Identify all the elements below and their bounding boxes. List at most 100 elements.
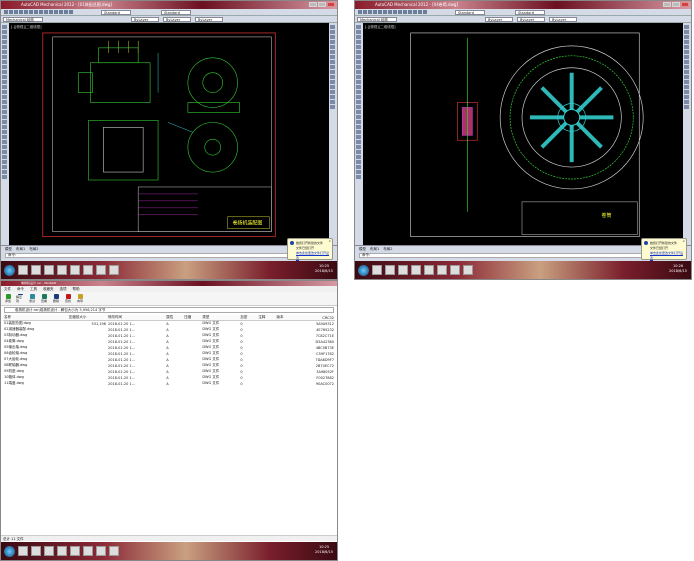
layer-select[interactable]: ByLayer <box>485 17 513 22</box>
standard-toolbar: Standard Standard <box>1 9 337 16</box>
cell-empty <box>257 381 275 387</box>
tab-layout2[interactable]: 布局2 <box>29 247 38 252</box>
lineweight-select[interactable]: ByLayer <box>549 17 577 22</box>
toolbar-label: 删除 <box>52 299 59 303</box>
taskbar-app[interactable] <box>83 546 93 556</box>
tab-layout2[interactable]: 布局2 <box>383 247 392 252</box>
tab-layout1[interactable]: 布局1 <box>370 247 379 252</box>
toolbar-label: 解压到 <box>16 295 23 303</box>
toolbar-button[interactable]: 查看 <box>40 294 48 303</box>
minimize-button[interactable] <box>663 2 671 7</box>
start-button[interactable] <box>4 545 15 557</box>
toolbar-button[interactable]: 添加 <box>4 294 12 303</box>
title-block-text: 卷筒 <box>601 212 611 219</box>
maximize-button[interactable] <box>318 2 326 7</box>
taskbar-app[interactable] <box>83 265 93 275</box>
info-icon <box>290 241 294 245</box>
linetype-select[interactable]: ByLayer <box>517 17 545 22</box>
dim-style-select[interactable]: Standard <box>515 10 545 15</box>
toolbar-button[interactable]: 查找 <box>64 294 72 303</box>
minimize-button[interactable] <box>309 2 317 7</box>
toolbar-button[interactable]: 解压到 <box>16 294 24 303</box>
cad-window-drum: AutoCAD Mechanical 2012 - [04卷筒.dwg] Sta… <box>354 0 692 280</box>
cell-empty <box>183 381 201 387</box>
drawing-canvas-assembly[interactable]: 卷扬机装配图 <box>9 23 329 246</box>
modify-toolbar[interactable] <box>683 23 691 245</box>
taskbar-app[interactable] <box>44 265 54 275</box>
start-button[interactable] <box>358 264 369 276</box>
linetype-select[interactable]: ByLayer <box>163 17 191 22</box>
clock[interactable]: 10:25 2018/6/15 <box>315 545 333 555</box>
taskbar-app[interactable] <box>31 265 41 275</box>
notification-balloon[interactable]: × 始终打开新建的文件 文件已经打开 单击此处更改文件打开设置 <box>287 238 333 260</box>
toolbar-button[interactable]: 测试 <box>28 294 36 303</box>
clock[interactable]: 10:25 2018/6/15 <box>315 264 333 274</box>
taskbar-app[interactable] <box>437 265 447 275</box>
command-input[interactable]: 命令: <box>5 253 333 258</box>
notification-balloon[interactable]: × 始终打开新建的文件 文件已经打开 单击此处更改文件打开设置 <box>641 238 687 260</box>
dim-style-select[interactable]: Standard <box>161 10 191 15</box>
layers-toolbar: Mechanical 经典 ByLayer ByLayer ByLayer <box>355 16 691 23</box>
toolbar-label: 查看 <box>40 299 47 303</box>
maximize-button[interactable] <box>672 2 680 7</box>
viewport-label[interactable]: [-][俯视][二维线框] <box>11 25 41 30</box>
lineweight-select[interactable]: ByLayer <box>195 17 223 22</box>
clock[interactable]: 10:26 2018/6/15 <box>669 264 687 274</box>
toolbar-button[interactable]: 向导 <box>76 294 84 303</box>
cell-empty <box>275 381 293 387</box>
balloon-link[interactable]: 单击此处更改文件打开设置 <box>650 251 684 261</box>
taskbar-app[interactable] <box>57 265 67 275</box>
taskbar-app[interactable] <box>385 265 395 275</box>
taskbar-app[interactable] <box>463 265 473 275</box>
taskbar-app[interactable] <box>57 546 67 556</box>
layer-select[interactable]: ByLayer <box>131 17 159 22</box>
tab-model[interactable]: 模型 <box>5 247 12 252</box>
tab-layout1[interactable]: 布局1 <box>16 247 25 252</box>
cell-type: DWG 文件 <box>202 381 220 385</box>
toolbar-button[interactable]: 删除 <box>52 294 60 303</box>
taskbar-app[interactable] <box>70 265 80 275</box>
balloon-link[interactable]: 单击此处更改文件打开设置 <box>296 251 330 261</box>
workspace-select[interactable]: Mechanical 经典 <box>3 17 43 22</box>
draw-toolbar[interactable] <box>355 23 363 245</box>
close-icon[interactable]: × <box>682 239 685 244</box>
taskbar-app[interactable] <box>31 546 41 556</box>
taskbar-app[interactable] <box>70 546 80 556</box>
taskbar-app[interactable] <box>450 265 460 275</box>
draw-toolbar[interactable] <box>1 23 9 245</box>
tab-model[interactable]: 模型 <box>359 247 366 252</box>
text-style-select[interactable]: Standard <box>101 10 131 15</box>
cell-crc: 90AC0072 <box>315 381 334 386</box>
start-button[interactable] <box>4 264 15 276</box>
close-button[interactable] <box>327 2 335 7</box>
taskbar-app[interactable] <box>18 546 28 556</box>
taskbar-app[interactable] <box>411 265 421 275</box>
window-controls[interactable] <box>309 2 335 7</box>
toolbar-label: 添加 <box>4 299 11 303</box>
file-row[interactable]: 11端盖.dwg 2018-01-20 1... A DWG 文件 0 90AC0072 <box>3 381 335 387</box>
window-controls[interactable] <box>663 2 689 7</box>
taskbar-app[interactable] <box>372 265 382 275</box>
cell-name: 11端盖.dwg <box>4 381 24 385</box>
archive-toolbar: 添加 解压到 测试 查看 删除 查找 向导 <box>1 292 337 306</box>
taskbar-app[interactable] <box>109 265 119 275</box>
workspace-select[interactable]: Mechanical 经典 <box>357 17 397 22</box>
close-icon[interactable]: × <box>328 239 331 244</box>
cell-ver: 0 <box>240 381 243 386</box>
modify-toolbar[interactable] <box>329 23 337 245</box>
taskbar-app[interactable] <box>96 265 106 275</box>
taskbar-app[interactable] <box>398 265 408 275</box>
viewport-label[interactable]: [-][俯视][二维线框] <box>365 25 395 30</box>
taskbar-app[interactable] <box>96 546 106 556</box>
file-list: 名称 压缩前大小 修改时间 属性 压缩 类型 加密 注释 版本 CRC32 01装配总图.dwg 53… <box>3 315 335 387</box>
close-button[interactable] <box>681 2 689 7</box>
drawing-canvas-drum[interactable]: 卷筒 <box>363 23 683 246</box>
taskbar-app[interactable] <box>44 546 54 556</box>
text-style-select[interactable]: Standard <box>455 10 485 15</box>
address-bar[interactable]: 卷扬机设计.rar\卷扬机设计 - 解包大小为 3,956,214 字节 <box>4 307 334 313</box>
taskbar-app[interactable] <box>424 265 434 275</box>
taskbar-app[interactable] <box>109 546 119 556</box>
toolbar-label: 向导 <box>76 299 83 303</box>
command-input[interactable]: 命令: <box>359 253 687 258</box>
taskbar-app[interactable] <box>18 265 28 275</box>
